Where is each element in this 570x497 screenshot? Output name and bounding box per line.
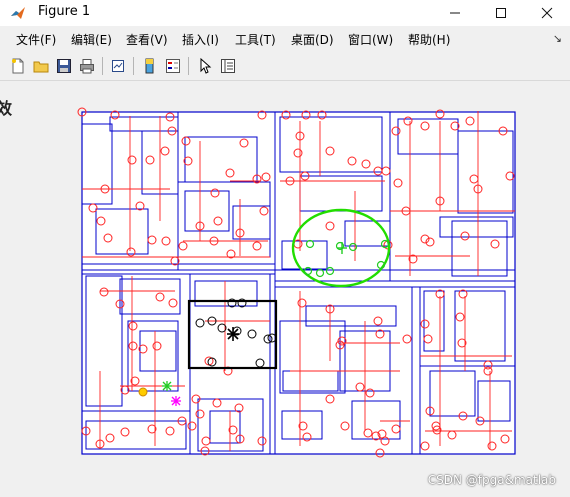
insert-colorbar-icon[interactable] bbox=[140, 56, 160, 76]
title-bar: Figure 1 bbox=[0, 0, 570, 26]
cluster-head-star-icon bbox=[227, 327, 239, 341]
figure-canvas[interactable]: 效 CSDN @fpga&matlab bbox=[0, 81, 570, 497]
menu-tools[interactable]: 工具(T) bbox=[235, 31, 276, 48]
yellow-node-icon bbox=[138, 387, 148, 397]
green-star-icon bbox=[162, 381, 172, 391]
toolbar-separator bbox=[133, 57, 134, 75]
toolbar-separator bbox=[102, 57, 103, 75]
open-file-icon[interactable] bbox=[31, 56, 51, 76]
menu-file[interactable]: 文件(F) bbox=[16, 31, 56, 48]
dock-arrow-icon[interactable]: ↘ bbox=[553, 32, 562, 45]
minimize-icon bbox=[450, 12, 460, 14]
minimize-button[interactable] bbox=[432, 0, 478, 26]
menu-desktop[interactable]: 桌面(D) bbox=[291, 31, 334, 48]
figure-toolbar bbox=[0, 52, 570, 81]
menu-edit[interactable]: 编辑(E) bbox=[71, 31, 112, 48]
print-icon[interactable] bbox=[77, 56, 97, 76]
new-figure-icon[interactable] bbox=[8, 56, 28, 76]
magenta-star-icon bbox=[171, 396, 181, 406]
menu-help[interactable]: 帮助(H) bbox=[408, 31, 450, 48]
save-icon[interactable] bbox=[54, 56, 74, 76]
close-button[interactable] bbox=[524, 0, 570, 26]
menu-insert[interactable]: 插入(I) bbox=[182, 31, 219, 48]
window-title: Figure 1 bbox=[38, 4, 91, 19]
maximize-button[interactable] bbox=[478, 0, 524, 26]
floorplan-plot[interactable] bbox=[0, 81, 570, 497]
toolbar-separator bbox=[188, 57, 189, 75]
edit-plot-arrow-icon[interactable] bbox=[195, 56, 215, 76]
property-inspector-icon[interactable] bbox=[218, 56, 238, 76]
maximize-icon bbox=[496, 8, 506, 18]
close-icon bbox=[541, 7, 553, 19]
menu-bar: 文件(F) 编辑(E) 查看(V) 插入(I) 工具(T) 桌面(D) 窗口(W… bbox=[0, 28, 570, 50]
menu-view[interactable]: 查看(V) bbox=[126, 31, 168, 48]
matlab-logo-icon bbox=[11, 7, 25, 19]
insert-legend-icon[interactable] bbox=[163, 56, 183, 76]
watermark: CSDN @fpga&matlab bbox=[427, 473, 556, 487]
menu-window[interactable]: 窗口(W) bbox=[348, 31, 393, 48]
link-plot-icon[interactable] bbox=[108, 56, 128, 76]
